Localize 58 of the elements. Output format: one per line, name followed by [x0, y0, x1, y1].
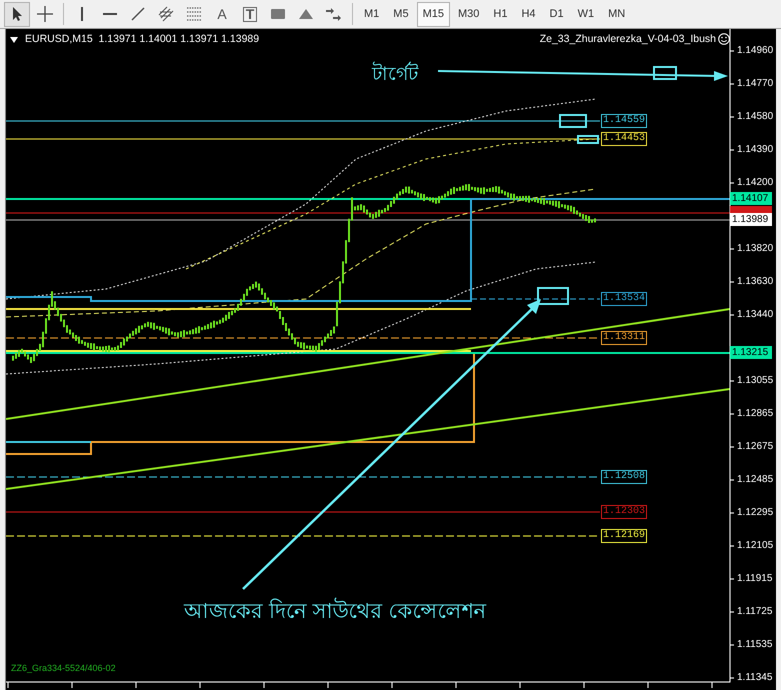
- price-axis-label: 1.13440: [737, 309, 774, 321]
- price-axis-label: 1.14580: [737, 111, 774, 123]
- chart-annotation: টার্গেট: [372, 59, 418, 91]
- price-marker: 1.13215: [730, 346, 772, 359]
- price-axis-label: 1.11725: [737, 606, 772, 618]
- timeframe-button[interactable]: D1: [544, 2, 570, 26]
- price-axis-label: 1.12675: [737, 441, 774, 453]
- timeframe-button[interactable]: W1: [572, 2, 600, 26]
- price-axis-label: 1.11915: [737, 573, 772, 585]
- timeframe-button[interactable]: M30: [452, 2, 486, 26]
- price-axis-label: 1.14200: [737, 177, 774, 189]
- price-axis-label: 1.11535: [737, 639, 772, 651]
- price-level-label: 1.12303: [601, 505, 648, 519]
- level-marker: [537, 287, 569, 305]
- hline-icon: [103, 13, 117, 15]
- indicator-name: Ze_33_Zhuravlerezka_V-04-03_Ibush: [540, 33, 716, 45]
- indicator-label: ZZ6_Gra334-5524/406-02: [11, 663, 116, 673]
- price-axis-label: 1.12485: [737, 474, 774, 486]
- level-marker: [559, 114, 587, 128]
- symbol-header: EURUSD,M15 1.13971 1.14001 1.13971 1.13989: [25, 33, 260, 45]
- target-marker: [653, 66, 677, 80]
- timeframe-button[interactable]: H1: [487, 2, 514, 26]
- price-marker: 1.13989: [730, 213, 772, 226]
- text-label-tool-button[interactable]: T: [237, 2, 263, 26]
- smiley-icon: [718, 33, 730, 45]
- price-level-label: 1.13311: [601, 331, 648, 345]
- timeframe-button[interactable]: M1: [358, 2, 386, 26]
- price-axis-label: 1.12295: [737, 507, 774, 519]
- timeframe-button[interactable]: M15: [416, 2, 450, 26]
- price-axis-label: 1.13820: [737, 243, 774, 255]
- price-axis-label: 1.14390: [737, 144, 774, 156]
- price-level-label: 1.14453: [601, 132, 648, 146]
- cursor-tool-button[interactable]: [4, 2, 30, 26]
- price-axis-label: 1.14770: [737, 78, 774, 90]
- timeframe-button[interactable]: M5: [387, 2, 415, 26]
- chart-annotation: আজকের দিনে সাউথের কেন্সেলেশন: [184, 595, 487, 630]
- fibo-grid-icon: [185, 5, 203, 23]
- timeframe-button[interactable]: H4: [515, 2, 542, 26]
- price-axis-label: 1.12105: [737, 540, 774, 552]
- price-axis-label: 1.13630: [737, 276, 774, 288]
- price-axis-label: 1.11345: [737, 672, 772, 684]
- price-level-label: 1.13534: [601, 292, 648, 306]
- vline-icon: [81, 7, 83, 21]
- price-marker: 1.14107: [730, 192, 772, 205]
- price-level-label: 1.14559: [601, 114, 648, 128]
- text-tool-button[interactable]: A: [209, 2, 235, 26]
- price-level-label: 1.12508: [601, 470, 648, 484]
- level-marker: [577, 135, 599, 144]
- price-axis-label: 1.12865: [737, 408, 774, 420]
- collapse-triangle-icon[interactable]: [10, 37, 18, 43]
- price-axis-label: 1.14960: [737, 45, 774, 57]
- price-axis-label: 1.13055: [737, 375, 774, 387]
- fibo-channel-icon: [157, 5, 175, 23]
- price-level-label: 1.12169: [601, 529, 648, 543]
- trendline-icon: [129, 5, 147, 23]
- crosshair-icon: [36, 5, 54, 23]
- timeframe-button[interactable]: MN: [602, 2, 632, 26]
- arrows-menu-icon: [325, 5, 343, 23]
